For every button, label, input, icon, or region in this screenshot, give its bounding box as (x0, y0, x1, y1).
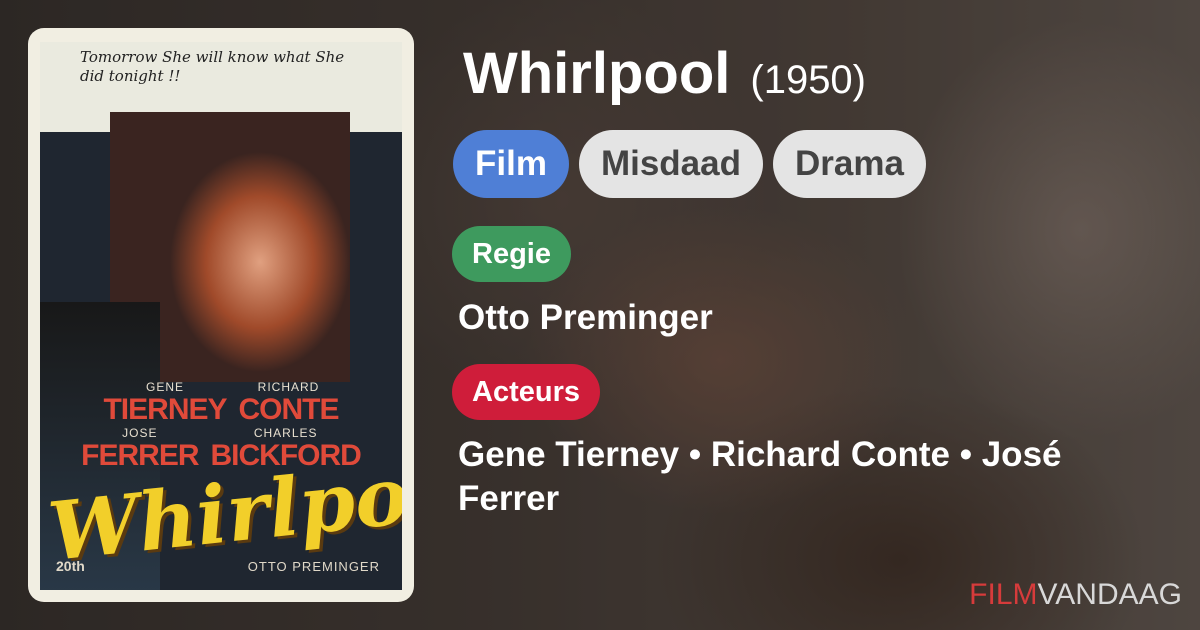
tag-chip-genre: Drama (773, 130, 926, 198)
actors-label: Acteurs (452, 364, 600, 420)
director-name: Otto Preminger (458, 298, 713, 337)
filmvandaag-logo: FILMVANDAAG (969, 578, 1182, 612)
poster-director-credit: OTTO PREMINGER (247, 559, 380, 574)
movie-year: (1950) (750, 58, 866, 102)
poster-firstname: JOSE (122, 426, 158, 440)
poster-names-row-1: GENE TIERNEY RICHARD CONTE (40, 380, 402, 426)
poster-lastname: TIERNEY (103, 393, 227, 426)
poster-firstname: RICHARD (257, 380, 320, 394)
logo-part-vandaag: VANDAAG (1037, 578, 1182, 611)
movie-poster: Tomorrow She will know what She did toni… (28, 28, 414, 602)
poster-firstname: CHARLES (253, 426, 318, 440)
poster-name-2: RICHARD CONTE (238, 380, 340, 426)
poster-firstname: GENE (145, 380, 184, 394)
poster-lastname: CONTE (238, 393, 340, 426)
tag-chip-genre: Misdaad (578, 130, 763, 198)
movie-title: Whirlpool (463, 41, 731, 106)
actors-list: Gene Tierney • Richard Conte • José Ferr… (458, 435, 1062, 518)
poster-name-1: GENE TIERNEY (103, 380, 227, 426)
poster-lastname: FERRER (81, 439, 199, 472)
poster-tagline: Tomorrow She will know what She did toni… (80, 48, 345, 85)
tag-chips: Film Misdaad Drama (453, 130, 926, 198)
poster-name-3: JOSE FERRER (81, 426, 199, 472)
poster-artwork: Tomorrow She will know what She did toni… (40, 42, 402, 590)
director-label: Regie (452, 226, 571, 282)
logo-part-film: FILM (969, 578, 1038, 611)
tag-chip-film: Film (453, 130, 569, 198)
poster-studio-logo: 20th (56, 558, 85, 574)
title-row: Whirlpool (1950) (463, 40, 866, 107)
